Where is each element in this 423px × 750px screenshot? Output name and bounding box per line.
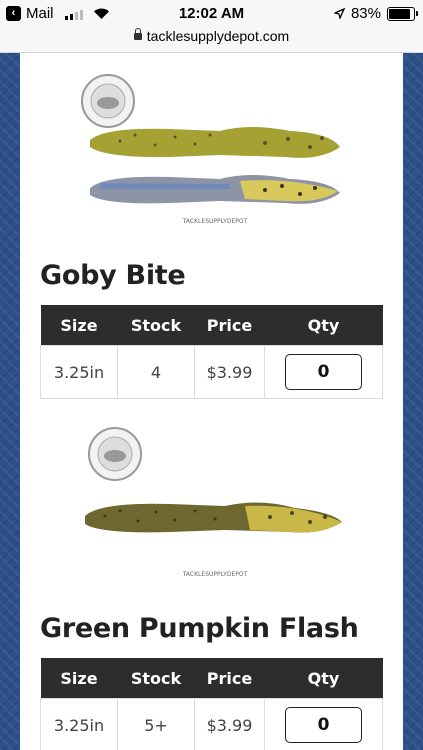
product-image[interactable]: TACKLESUPPLYDEPOT bbox=[60, 65, 370, 245]
product-list: TACKLESUPPLYDEPOT Goby Bite Size Stock P… bbox=[20, 53, 403, 750]
image-watermark: TACKLESUPPLYDEPOT bbox=[182, 571, 248, 578]
price-cell: $3.99 bbox=[194, 698, 265, 750]
column-header-stock: Stock bbox=[117, 658, 195, 699]
stock-cell: 5+ bbox=[117, 698, 195, 750]
battery-percent: 83% bbox=[350, 5, 381, 22]
size-cell: 3.25in bbox=[40, 698, 118, 750]
product-title: Green Pumpkin Flash bbox=[40, 613, 359, 644]
column-header-stock: Stock bbox=[117, 305, 195, 346]
size-cell: 3.25in bbox=[40, 345, 118, 399]
quantity-input[interactable]: 0 bbox=[285, 354, 362, 390]
brand-logo-icon bbox=[88, 427, 142, 481]
stock-table: Size Stock Price Qty 3.25in 5+ $3.99 0 bbox=[40, 658, 383, 750]
stock-table: Size Stock Price Qty 3.25in 4 $3.99 0 bbox=[40, 305, 383, 399]
product-image[interactable]: TACKLESUPPLYDEPOT bbox=[60, 418, 370, 598]
column-header-price: Price bbox=[194, 658, 265, 699]
brand-logo-icon bbox=[81, 74, 135, 128]
table-row: 3.25in 5+ $3.99 0 bbox=[40, 698, 383, 750]
location-arrow-icon bbox=[333, 8, 345, 19]
table-row: 3.25in 4 $3.99 0 bbox=[40, 345, 383, 399]
column-header-qty: Qty bbox=[264, 658, 383, 699]
status-bar: ‹ Mail 12:02 AM 83% bbox=[0, 0, 423, 28]
qty-cell: 0 bbox=[264, 345, 383, 399]
url-bar[interactable]: tacklesupplydepot.com bbox=[0, 27, 423, 53]
image-watermark: TACKLESUPPLYDEPOT bbox=[182, 218, 248, 225]
price-cell: $3.99 bbox=[194, 345, 265, 399]
qty-cell: 0 bbox=[264, 698, 383, 750]
battery-icon bbox=[387, 6, 418, 21]
column-header-price: Price bbox=[194, 305, 265, 346]
quantity-input[interactable]: 0 bbox=[285, 707, 362, 743]
column-header-size: Size bbox=[40, 658, 118, 699]
product-title: Goby Bite bbox=[40, 260, 186, 291]
column-header-qty: Qty bbox=[264, 305, 383, 346]
lock-icon bbox=[133, 27, 142, 40]
url-text[interactable]: tacklesupplydepot.com bbox=[147, 28, 289, 44]
stock-cell: 4 bbox=[117, 345, 195, 399]
column-header-size: Size bbox=[40, 305, 118, 346]
